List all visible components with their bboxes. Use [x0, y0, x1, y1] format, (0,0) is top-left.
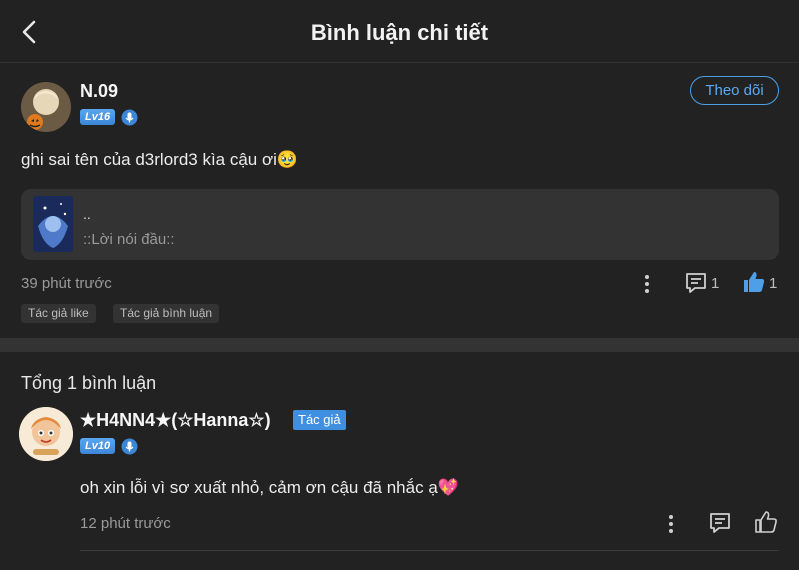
page-title: Bình luận chi tiết — [310, 20, 489, 45]
more-vertical-icon[interactable] — [635, 272, 659, 296]
follow-button[interactable]: Theo dõi — [690, 76, 779, 105]
quoted-chapter-card[interactable]: .. ::Lời nói đầu:: — [21, 189, 779, 260]
comment-text: ghi sai tên của d3rlord3 kìa cậu ơi🥹 — [21, 150, 299, 169]
reply-count: 1 — [711, 275, 720, 292]
comment-username[interactable]: N.09 — [80, 81, 118, 102]
quote-chapter-title: ::Lời nói đầu:: — [83, 231, 175, 248]
section-divider — [0, 338, 799, 352]
reply-timestamp: 12 phút trước — [80, 515, 171, 532]
level-badge: Lv16 — [80, 109, 116, 125]
author-commented-tag: Tác giả bình luận — [113, 304, 220, 323]
comment-icon[interactable] — [684, 271, 708, 295]
reply-username[interactable]: ★H4NN4★(☆Hanna☆) — [80, 410, 271, 431]
like-count: 1 — [769, 275, 778, 292]
thumbs-up-icon[interactable] — [754, 510, 778, 534]
total-comments-label: Tổng 1 bình luận — [21, 373, 157, 393]
author-badge: Tác giả — [293, 410, 346, 430]
book-cover-image — [33, 196, 73, 252]
reply-divider — [80, 550, 779, 551]
author-liked-tag: Tác giả like — [21, 304, 96, 323]
top-bar: Bình luận chi tiết — [0, 0, 799, 63]
comment-timestamp: 39 phút trước — [21, 275, 112, 292]
more-vertical-icon[interactable] — [659, 512, 683, 536]
mic-badge-icon — [121, 438, 138, 455]
reply-text: oh xin lỗi vì sơ xuất nhỏ, cảm ơn cậu đã… — [80, 478, 459, 497]
quote-line-1: .. — [83, 206, 91, 222]
mic-badge-icon — [121, 109, 138, 126]
reply-level-badge: Lv10 — [80, 438, 116, 454]
thumbs-up-icon[interactable] — [742, 270, 766, 294]
comment-icon[interactable] — [708, 511, 732, 535]
reply-avatar[interactable] — [19, 407, 73, 461]
avatar[interactable] — [21, 82, 71, 132]
